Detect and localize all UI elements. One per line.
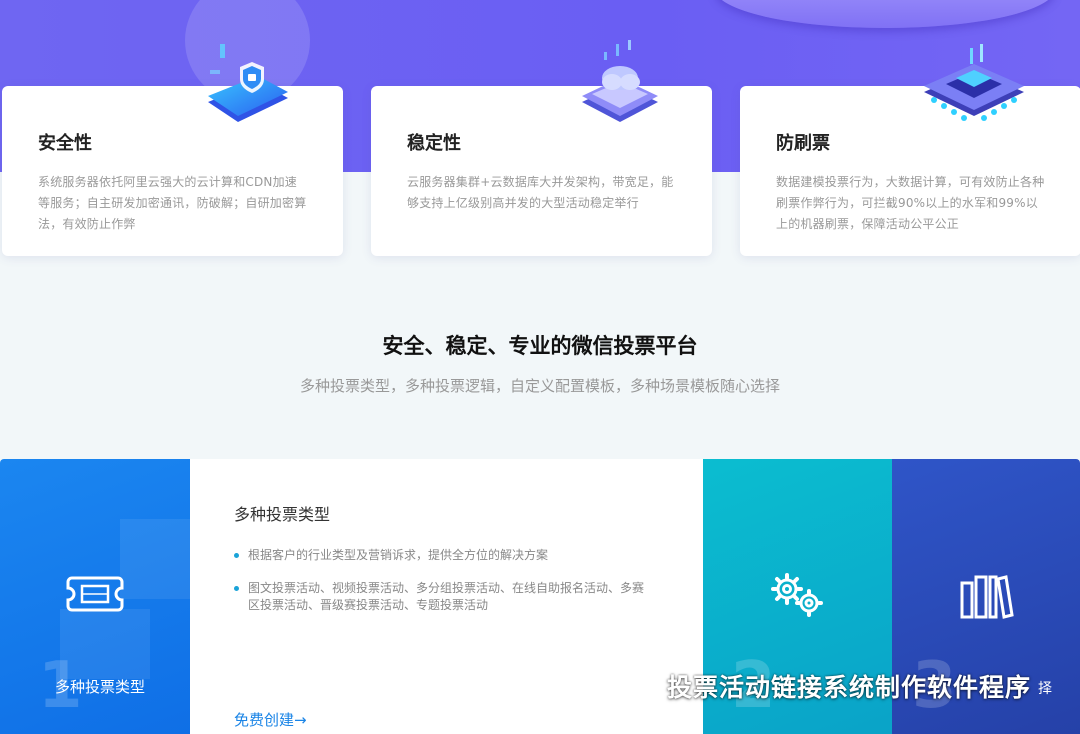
film-ticket-icon	[66, 576, 124, 612]
feature-bullets: 根据客户的行业类型及营销诉求，提供全方位的解决方案 图文投票活动、视频投票活动、…	[234, 547, 659, 614]
cloud-server-icon	[582, 40, 658, 122]
feature-title: 稳定性	[407, 133, 461, 154]
gears-icon	[771, 573, 823, 617]
security-shield-phone-icon	[208, 44, 288, 122]
tab-label: 多种投票类型	[55, 678, 146, 696]
feature-desc: 云服务器集群+云数据库大并发架构，带宽足，能够支持上亿级别高并发的大型活动稳定举…	[407, 175, 674, 210]
tab-label-partial: 择	[1038, 681, 1052, 697]
free-create-link[interactable]: 免费创建→	[234, 709, 307, 730]
feature-title: 防刷票	[776, 133, 830, 154]
books-icon	[960, 575, 1014, 619]
content-title: 多种投票类型	[234, 505, 331, 524]
ai-chip-icon	[924, 44, 1024, 121]
wechat-icon	[614, 669, 656, 701]
bullet-item: 图文投票活动、视频投票活动、多分组投票活动、在线自助报名活动、多赛区投票活动、晋…	[234, 580, 654, 614]
feature-title: 安全性	[38, 133, 92, 154]
watermark-text: 投票活动链接系统制作软件程序	[667, 673, 1032, 702]
decorative-disc	[715, 0, 1055, 28]
bullet-item: 根据客户的行业类型及营销诉求，提供全方位的解决方案	[234, 547, 654, 564]
feature-desc: 系统服务器依托阿里云强大的云计算和CDN加速等服务；自主研发加密通讯，防破解；自…	[38, 175, 307, 231]
decorative-cube	[120, 519, 190, 599]
section-title: 安全、稳定、专业的微信投票平台	[382, 334, 698, 358]
section-subtitle: 多种投票类型，多种投票逻辑，自定义配置模板，多种场景模板随心选择	[299, 377, 780, 395]
watermark: 投票活动链接系统制作软件程序	[613, 664, 1031, 708]
feature-desc: 数据建模投票行为，大数据计算，可有效防止各种刷票作弊行为，可拦截90%以上的水军…	[776, 175, 1045, 231]
tab-vote-types[interactable]: 1 多种投票类型	[0, 459, 190, 734]
